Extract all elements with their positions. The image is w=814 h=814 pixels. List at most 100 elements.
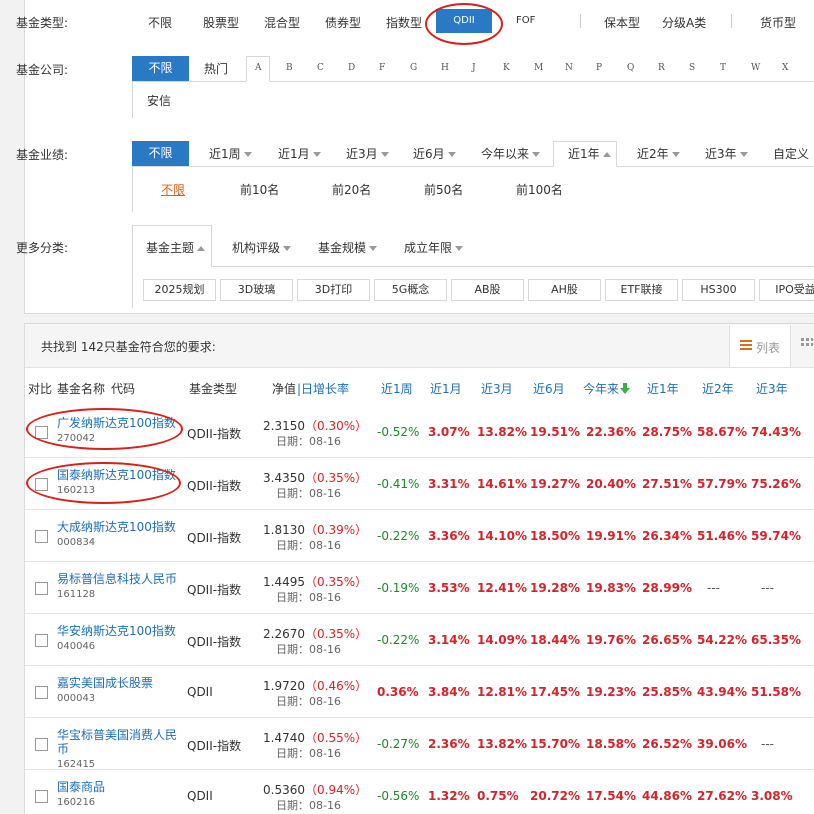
perf-option[interactable]: 近1周 <box>209 145 252 162</box>
theme-tag[interactable]: 3D打印 <box>297 279 370 301</box>
perf-option-selected[interactable]: 近1年 <box>568 145 611 162</box>
theme-tag[interactable]: HS300 <box>682 279 755 301</box>
perf-option-all[interactable]: 不限 <box>132 141 189 166</box>
company-letter[interactable]: S <box>689 63 695 73</box>
col-nav[interactable]: 净值 <box>272 380 296 397</box>
rank-option-selected[interactable]: 不限 <box>161 181 185 198</box>
rank-option[interactable]: 前50名 <box>424 181 463 198</box>
compare-checkbox[interactable] <box>35 738 48 751</box>
col-3y[interactable]: 近3年 <box>756 380 788 397</box>
fund-type-option[interactable]: 货币型 <box>760 14 796 31</box>
perf-option[interactable]: 近3年 <box>705 145 748 162</box>
rank-option[interactable]: 前10名 <box>240 181 279 198</box>
col-daily-change[interactable]: |日增长率 <box>297 380 349 397</box>
fund-type-option[interactable]: 分级A类 <box>662 14 706 31</box>
fund-name-cell[interactable]: 华安纳斯达克100指数 040046 <box>57 624 179 654</box>
fund-type-option[interactable]: 股票型 <box>203 14 239 31</box>
company-option-hot[interactable]: 热门 <box>204 60 228 77</box>
caret-down-icon <box>455 246 464 251</box>
company-letter[interactable]: A <box>255 63 262 73</box>
more-tab[interactable]: 成立年限 <box>404 239 464 256</box>
nav-cell: 1.4740（0.55%） <box>263 729 367 746</box>
company-letter[interactable]: Q <box>627 63 634 73</box>
fund-name-link[interactable]: 易标普信息科技人民币 <box>57 572 177 586</box>
fund-name-cell[interactable]: 国泰商品 160216 <box>57 780 179 810</box>
perf-option[interactable]: 近1月 <box>278 145 321 162</box>
fund-name-link[interactable]: 华安纳斯达克100指数 <box>57 624 176 638</box>
company-letter[interactable]: D <box>348 63 355 73</box>
company-letter[interactable]: G <box>410 63 417 73</box>
company-letter[interactable]: H <box>441 63 449 73</box>
theme-tag[interactable]: 5G概念 <box>374 279 447 301</box>
perf-option[interactable]: 今年以来 <box>481 145 541 162</box>
company-letter[interactable]: W <box>751 63 760 73</box>
compare-checkbox[interactable] <box>35 530 48 543</box>
divider <box>132 81 814 82</box>
company-letter[interactable]: T <box>720 63 726 73</box>
theme-tag[interactable]: ETF联接 <box>605 279 678 301</box>
col-3m[interactable]: 近3月 <box>481 380 513 397</box>
fund-name-cell[interactable]: 易标普信息科技人民币 161128 <box>57 572 179 602</box>
compare-checkbox[interactable] <box>35 790 48 803</box>
fund-name-cell[interactable]: 华宝标普美国消费人民币 162415 <box>57 728 179 772</box>
col-name[interactable]: 基金名称 <box>57 380 105 397</box>
theme-tag[interactable]: 2025规划 <box>143 279 216 301</box>
company-letter[interactable]: B <box>286 63 293 73</box>
company-letter[interactable]: F <box>379 63 385 73</box>
fund-name-link[interactable]: 大成纳斯达克100指数 <box>57 520 176 534</box>
col-6m[interactable]: 近6月 <box>533 380 565 397</box>
fund-type-option[interactable]: 债券型 <box>325 14 361 31</box>
col-1y[interactable]: 近1年 <box>647 380 679 397</box>
return-ytd: 19.23% <box>586 685 636 699</box>
company-letter[interactable]: P <box>596 63 602 73</box>
fund-type-option[interactable]: 保本型 <box>604 14 640 31</box>
theme-tag[interactable]: AH股 <box>528 279 601 301</box>
perf-option[interactable]: 自定义 <box>773 145 809 162</box>
col-1w[interactable]: 近1周 <box>381 380 413 397</box>
compare-checkbox[interactable] <box>35 582 48 595</box>
company-letter[interactable]: K <box>503 63 510 73</box>
fund-code: 000834 <box>57 537 96 548</box>
theme-tag[interactable]: 3D玻璃 <box>220 279 293 301</box>
perf-option[interactable]: 近2年 <box>637 145 680 162</box>
fund-type-option[interactable]: 不限 <box>148 14 172 31</box>
fund-type-option[interactable]: 指数型 <box>386 14 422 31</box>
fund-type: QDII <box>187 789 213 803</box>
company-letter[interactable]: R <box>658 63 665 73</box>
compare-checkbox[interactable] <box>35 686 48 699</box>
fund-type-option[interactable]: FOF <box>516 15 535 26</box>
return-y1: 44.86% <box>642 789 692 803</box>
return-ytd: 20.40% <box>586 477 636 491</box>
row-divider <box>25 717 814 718</box>
perf-option[interactable]: 近6月 <box>413 145 456 162</box>
return-y2: 27.62% <box>697 789 747 803</box>
more-tab[interactable]: 机构评级 <box>232 239 292 256</box>
company-letter[interactable]: M <box>534 63 543 73</box>
fund-name-cell[interactable]: 大成纳斯达克100指数 000834 <box>57 520 179 550</box>
more-tab[interactable]: 基金规模 <box>318 239 378 256</box>
company-letter[interactable]: J <box>472 63 476 73</box>
fund-type-option[interactable]: 混合型 <box>264 14 300 31</box>
list-view-button[interactable]: 列表 <box>729 325 791 367</box>
rank-option[interactable]: 前100名 <box>516 181 563 198</box>
col-ytd[interactable]: 今年来 <box>583 380 631 397</box>
grid-icon[interactable] <box>801 338 814 353</box>
fund-name-link[interactable]: 嘉实美国成长股票 <box>57 676 153 690</box>
company-option-all[interactable]: 不限 <box>132 56 189 81</box>
fund-name-link[interactable]: 华宝标普美国消费人民币 <box>57 728 177 756</box>
col-2y[interactable]: 近2年 <box>702 380 734 397</box>
return-y3: 59.74% <box>751 529 801 543</box>
fund-name-cell[interactable]: 嘉实美国成长股票 000043 <box>57 676 179 706</box>
theme-tag[interactable]: AB股 <box>451 279 524 301</box>
more-tab-selected[interactable]: 基金主题 <box>146 239 206 256</box>
fund-name-link[interactable]: 国泰商品 <box>57 780 105 794</box>
company-letter[interactable]: N <box>565 63 573 73</box>
company-sub-option[interactable]: 安信 <box>147 92 171 109</box>
company-letter[interactable]: X <box>782 63 788 73</box>
company-letter[interactable]: C <box>317 63 324 73</box>
compare-checkbox[interactable] <box>35 634 48 647</box>
rank-option[interactable]: 前20名 <box>332 181 371 198</box>
col-1m[interactable]: 近1月 <box>430 380 462 397</box>
perf-option[interactable]: 近3月 <box>346 145 389 162</box>
theme-tag[interactable]: IPO受益 <box>759 279 814 301</box>
